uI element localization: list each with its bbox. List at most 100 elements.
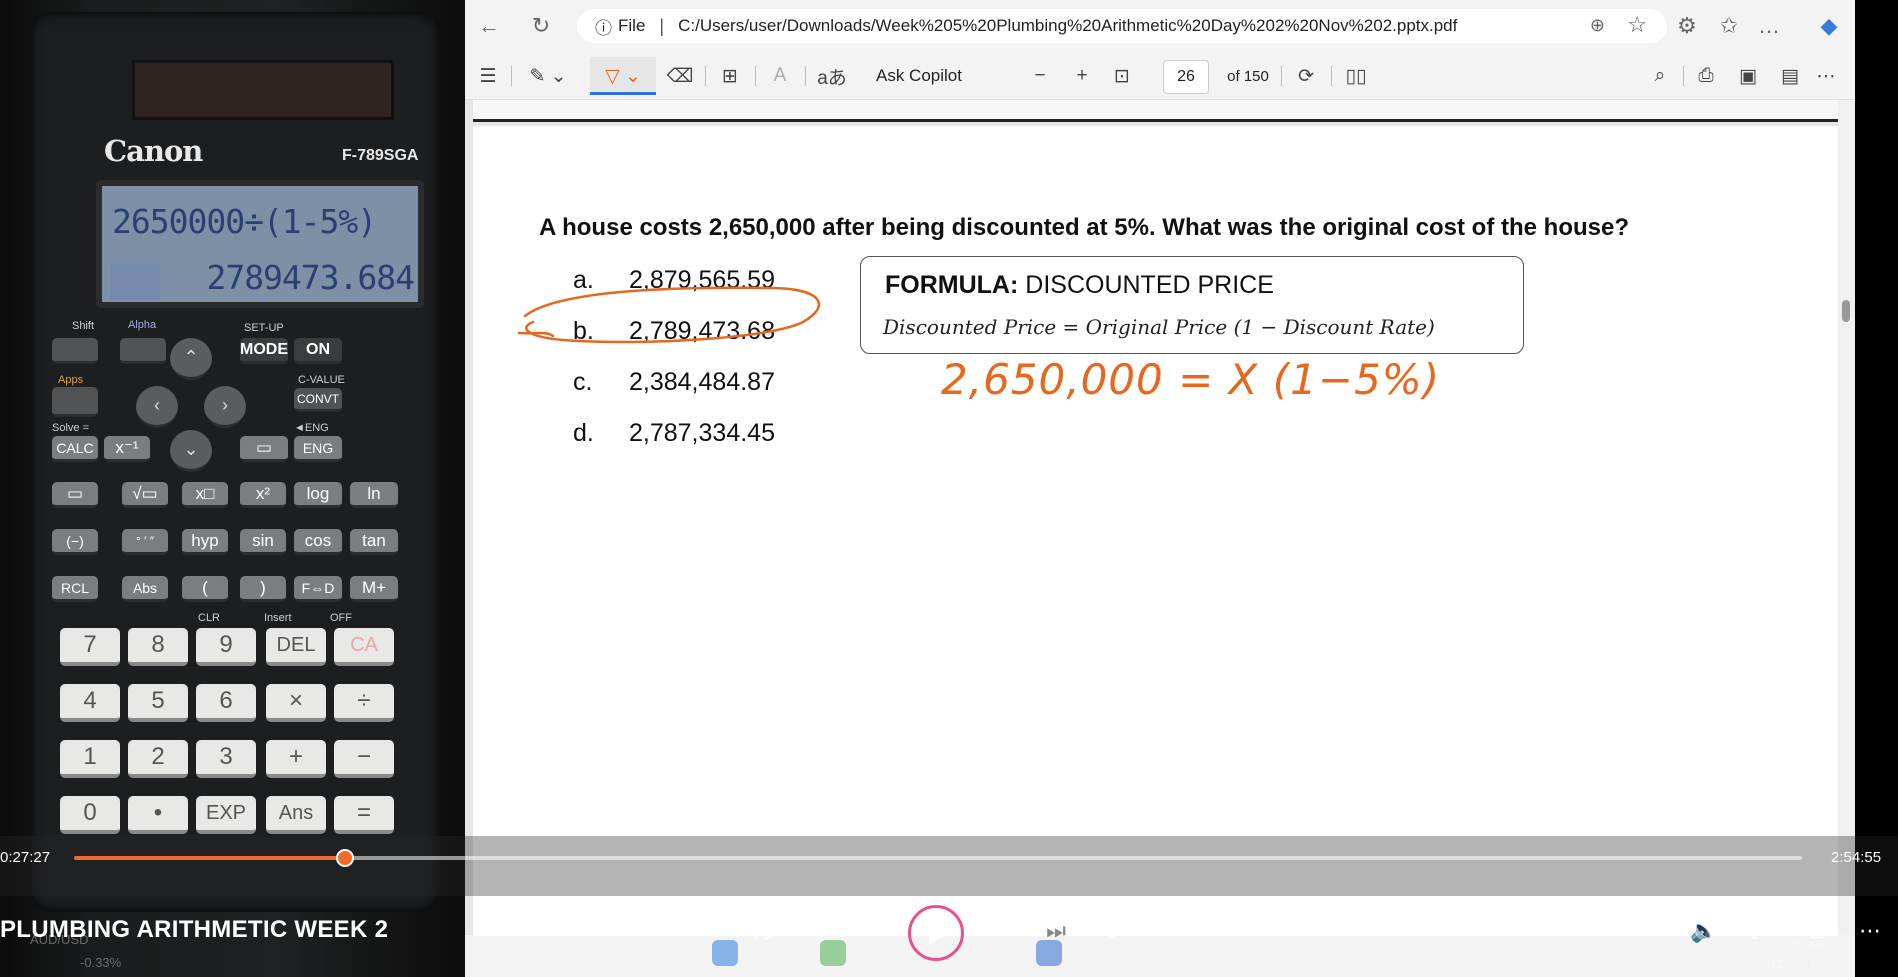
key-1[interactable]: 1 — [60, 740, 120, 778]
refresh-icon[interactable]: ↻ — [527, 12, 555, 40]
key-3[interactable]: 3 — [196, 740, 256, 778]
mode-key[interactable]: MODE — [240, 338, 288, 364]
copilot-icon[interactable]: ◆ — [1815, 12, 1843, 40]
right-paren-key[interactable]: ) — [240, 576, 286, 602]
play-button[interactable] — [908, 905, 964, 961]
sin-key[interactable]: sin — [240, 529, 286, 555]
left-arrow-key[interactable]: ‹ — [136, 386, 178, 428]
divide-key[interactable]: ÷ — [334, 684, 394, 722]
sqrt-key[interactable]: √▭ — [122, 482, 168, 508]
next-icon[interactable]: ⏭ — [1038, 914, 1074, 948]
address-bar[interactable]: ⓘ File | C:/Users/user/Downloads/Week%20… — [577, 9, 1667, 43]
zoom-out-icon[interactable]: − — [1025, 60, 1055, 92]
on-key[interactable]: ON — [294, 338, 342, 364]
translate-icon[interactable]: aあ — [815, 60, 849, 92]
volume-icon[interactable]: 🔈 — [1686, 914, 1722, 948]
power-key[interactable]: x□ — [182, 482, 228, 508]
left-paren-key[interactable]: ( — [182, 576, 228, 602]
exp-key[interactable]: EXP — [196, 796, 256, 834]
fraction-key[interactable]: ▭ — [52, 482, 98, 508]
inverse-key[interactable]: x⁻¹ — [104, 436, 150, 462]
scrollbar-thumb[interactable] — [1842, 300, 1850, 322]
seek-bar[interactable] — [74, 849, 1802, 867]
plus-key[interactable]: + — [266, 740, 326, 778]
mini-player-icon[interactable]: ⧉ — [1798, 914, 1834, 948]
site-info[interactable]: ⓘ File — [595, 14, 645, 39]
eraser-icon[interactable]: ⌫ — [665, 60, 695, 92]
rotate-icon[interactable]: ⟳ — [1291, 60, 1321, 92]
hyp-key[interactable]: hyp — [182, 529, 228, 555]
more-options-icon[interactable]: ⋯ — [1852, 914, 1888, 948]
mplus-key[interactable]: M+ — [350, 576, 398, 602]
document-area[interactable]: A house costs 2,650,000 after being disc… — [465, 100, 1855, 936]
shuffle-icon[interactable]: ⤮ — [745, 914, 781, 948]
forward-30-icon[interactable]: ↻ — [984, 914, 1020, 948]
del-key[interactable]: DEL — [266, 628, 326, 666]
key-5[interactable]: 5 — [128, 684, 188, 722]
extensions-icon[interactable]: ⚙ — [1673, 12, 1701, 40]
zoom-in-icon[interactable]: + — [1067, 60, 1097, 92]
eng-key[interactable]: ENG — [294, 436, 342, 462]
print-icon[interactable]: ⎙ — [1691, 60, 1721, 92]
key-6[interactable]: 6 — [196, 684, 256, 722]
fraction-display-key[interactable]: ▭ — [240, 436, 288, 462]
log-key[interactable]: log — [294, 482, 342, 508]
abs-key[interactable]: Abs — [122, 576, 168, 602]
key-4[interactable]: 4 — [60, 684, 120, 722]
repeat-off-icon[interactable]: ⟲ — [1092, 914, 1128, 948]
rcl-key[interactable]: RCL — [52, 576, 98, 602]
option-b: b. 2,789,473.68 — [573, 317, 775, 346]
more-options-icon[interactable]: ⋯ — [1811, 60, 1841, 92]
save-as-icon[interactable]: ▤ — [1775, 60, 1805, 92]
tan-key[interactable]: tan — [350, 529, 398, 555]
convt-key[interactable]: CONVT — [294, 388, 342, 412]
square-key[interactable]: x² — [240, 482, 286, 508]
cos-key[interactable]: cos — [294, 529, 342, 555]
fd-key[interactable]: F⇔D — [294, 576, 342, 602]
contents-icon[interactable]: ☰ — [473, 60, 503, 92]
back-icon[interactable]: ← — [475, 12, 503, 40]
search-icon[interactable]: ⌕ — [1645, 60, 1675, 92]
fit-page-icon[interactable]: ⊡ — [1107, 60, 1137, 92]
shift-key[interactable] — [52, 338, 98, 364]
page-number-input[interactable]: 26 — [1163, 60, 1209, 94]
key-0[interactable]: 0 — [60, 796, 120, 834]
text-box-icon[interactable]: ⊞ — [715, 60, 745, 92]
more-menu-icon[interactable]: … — [1755, 12, 1783, 40]
rewind-10-icon[interactable]: ↺ — [854, 914, 890, 948]
favorites-icon[interactable]: ✩ — [1715, 12, 1743, 40]
equals-key[interactable]: = — [334, 796, 394, 834]
highlight-tool-icon[interactable]: ▽ ⌄ — [593, 60, 653, 92]
right-arrow-key[interactable]: › — [204, 386, 246, 428]
key-8[interactable]: 8 — [128, 628, 188, 666]
key-7[interactable]: 7 — [60, 628, 120, 666]
zoom-icon[interactable]: ⊕ — [1590, 15, 1605, 36]
multiply-key[interactable]: × — [266, 684, 326, 722]
captions-icon[interactable]: ▭ — [1630, 914, 1666, 948]
negative-key[interactable]: (−) — [52, 529, 98, 555]
apps-key[interactable] — [52, 387, 98, 417]
url-text[interactable]: C:/Users/user/Downloads/Week%205%20Plumb… — [678, 16, 1457, 36]
ln-key[interactable]: ln — [350, 482, 398, 508]
ans-key[interactable]: Ans — [266, 796, 326, 834]
calc-key[interactable]: CALC — [52, 436, 98, 462]
minus-key[interactable]: − — [334, 740, 394, 778]
up-arrow-key[interactable]: ⌃ — [170, 338, 212, 380]
decimal-key[interactable]: • — [128, 796, 188, 834]
ca-key[interactable]: CA — [334, 628, 394, 666]
alpha-key[interactable] — [120, 338, 166, 364]
ask-copilot-button[interactable]: Ask Copilot — [869, 60, 969, 92]
vertical-scrollbar[interactable] — [1838, 100, 1855, 935]
key-2[interactable]: 2 — [128, 740, 188, 778]
key-9[interactable]: 9 — [196, 628, 256, 666]
degree-key[interactable]: ° ′ ″ — [122, 529, 168, 555]
favorite-star-icon[interactable]: ☆ — [1627, 12, 1647, 38]
fullscreen-icon[interactable]: ⤢ — [1742, 914, 1778, 948]
read-aloud-icon[interactable]: A — [765, 60, 795, 92]
previous-icon[interactable]: ⏮ — [800, 914, 836, 948]
page-view-icon[interactable]: ▯▯ — [1341, 60, 1371, 92]
video-player[interactable]: Canon F-789SGA 2650000÷(1-5%) 2789473.68… — [0, 0, 1898, 977]
down-arrow-key[interactable]: ⌄ — [170, 430, 212, 472]
save-icon[interactable]: ▣ — [1733, 60, 1763, 92]
draw-tool-icon[interactable]: ✎ ⌄ — [523, 60, 573, 92]
